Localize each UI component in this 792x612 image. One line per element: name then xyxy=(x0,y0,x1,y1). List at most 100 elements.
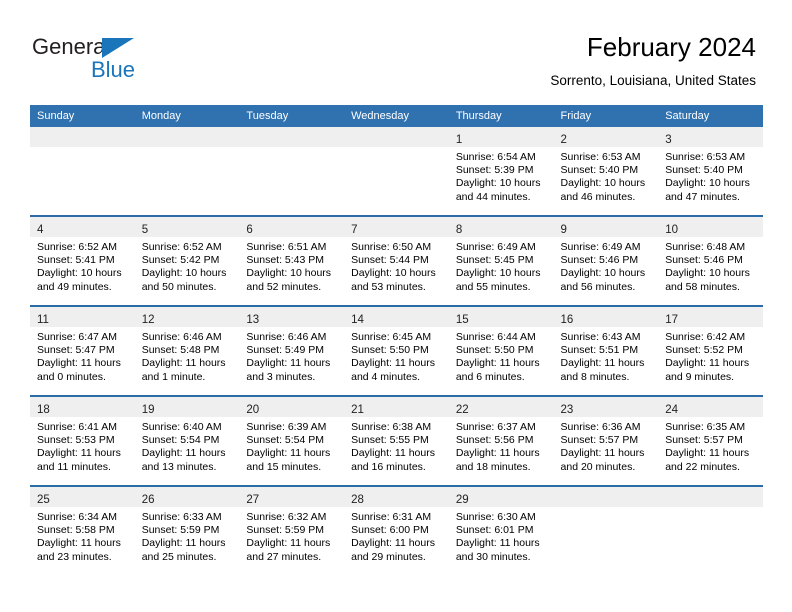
calendar-day-cell[interactable]: 11 Sunrise: 6:47 AM Sunset: 5:47 PM Dayligh… xyxy=(30,305,135,396)
daylight-text-line1: Daylight: 11 hours xyxy=(455,357,540,370)
calendar-day-cell[interactable]: 26 Sunrise: 6:33 AM Sunset: 5:59 PM Dayligh… xyxy=(134,485,240,575)
sunset-text: Sunset: 5:49 PM xyxy=(246,344,325,357)
calendar-day-cell[interactable]: 17 Sunrise: 6:42 AM Sunset: 5:52 PM Dayligh… xyxy=(658,305,763,396)
calendar-week-row: 25 Sunrise: 6:34 AM Sunset: 5:58 PM Dayligh… xyxy=(30,485,763,575)
day-number-band: 14 xyxy=(344,307,449,327)
day-number: 4 xyxy=(37,224,44,236)
day-number-band xyxy=(239,127,345,147)
weekday-header-saturday: Saturday xyxy=(658,105,763,127)
calendar-day-cell[interactable]: 24 Sunrise: 6:35 AM Sunset: 5:57 PM Dayligh… xyxy=(658,395,763,486)
sunrise-text: Sunrise: 6:32 AM xyxy=(246,511,327,523)
calendar-day-cell[interactable]: 20 Sunrise: 6:39 AM Sunset: 5:54 PM Dayligh… xyxy=(239,395,345,486)
logo-text-blue: Blue xyxy=(91,57,136,82)
page-subtitle: Sorrento, Louisiana, United States xyxy=(550,73,756,88)
calendar-day-cell[interactable]: 15 Sunrise: 6:44 AM Sunset: 5:50 PM Dayligh… xyxy=(448,305,554,396)
calendar-day-cell[interactable]: 18 Sunrise: 6:41 AM Sunset: 5:53 PM Dayligh… xyxy=(30,395,135,486)
sunrise-text: Sunrise: 6:49 AM xyxy=(455,241,536,253)
weekday-header-monday: Monday xyxy=(134,105,240,127)
day-details: Sunrise: 6:44 AM Sunset: 5:50 PM Daylight:… xyxy=(449,327,554,384)
sunset-text: Sunset: 5:57 PM xyxy=(560,434,639,447)
day-number-band: 8 xyxy=(448,217,554,237)
day-number: 20 xyxy=(246,404,260,416)
daylight-text-line2: and 16 minutes. xyxy=(351,460,426,473)
day-details: Sunrise: 6:46 AM Sunset: 5:48 PM Daylight:… xyxy=(135,327,240,384)
daylight-text-line2: and 49 minutes. xyxy=(37,280,112,293)
calendar-day-cell[interactable]: 4 Sunrise: 6:52 AM Sunset: 5:41 PM Daylight… xyxy=(30,215,135,306)
calendar-day-cell[interactable]: 14 Sunrise: 6:45 AM Sunset: 5:50 PM Dayligh… xyxy=(344,305,449,396)
day-details: Sunrise: 6:31 AM Sunset: 6:00 PM Daylight:… xyxy=(344,507,449,564)
daylight-text-line1: Daylight: 11 hours xyxy=(665,357,750,370)
sunset-text: Sunset: 5:53 PM xyxy=(37,434,115,447)
sunset-text: Sunset: 5:58 PM xyxy=(37,524,115,537)
sunrise-text: Sunrise: 6:31 AM xyxy=(351,511,432,523)
day-number-band: 22 xyxy=(448,397,554,417)
calendar-day-cell[interactable]: 19 Sunrise: 6:40 AM Sunset: 5:54 PM Dayligh… xyxy=(134,395,240,486)
day-number-band: 6 xyxy=(239,217,345,237)
sunrise-text: Sunrise: 6:36 AM xyxy=(560,421,641,433)
calendar-day-cell[interactable]: 8 Sunrise: 6:49 AM Sunset: 5:45 PM Daylight… xyxy=(448,215,554,306)
sunset-text: Sunset: 5:41 PM xyxy=(37,254,115,267)
calendar-day-cell[interactable]: 22 Sunrise: 6:37 AM Sunset: 5:56 PM Dayligh… xyxy=(448,395,554,486)
sunset-text: Sunset: 6:00 PM xyxy=(351,524,429,537)
day-details: Sunrise: 6:36 AM Sunset: 5:57 PM Daylight:… xyxy=(554,417,659,474)
calendar-day-cell-empty xyxy=(134,127,240,216)
day-details: Sunrise: 6:49 AM Sunset: 5:46 PM Daylight:… xyxy=(554,237,659,294)
day-number-band: 16 xyxy=(553,307,659,327)
daylight-text-line2: and 4 minutes. xyxy=(351,370,420,383)
day-number: 14 xyxy=(351,314,364,326)
day-number-band xyxy=(553,487,659,507)
sunrise-text: Sunrise: 6:44 AM xyxy=(455,331,536,343)
sunset-text: Sunset: 5:50 PM xyxy=(351,344,429,357)
daylight-text-line1: Daylight: 11 hours xyxy=(141,357,226,370)
daylight-text-line1: Daylight: 11 hours xyxy=(37,537,121,550)
calendar-day-cell[interactable]: 12 Sunrise: 6:46 AM Sunset: 5:48 PM Dayligh… xyxy=(134,305,240,396)
daylight-text-line1: Daylight: 11 hours xyxy=(246,357,331,370)
day-number-band: 20 xyxy=(239,397,345,417)
daylight-text-line2: and 55 minutes. xyxy=(455,280,531,293)
calendar-day-cell[interactable]: 13 Sunrise: 6:46 AM Sunset: 5:49 PM Dayligh… xyxy=(239,305,345,396)
calendar-day-cell[interactable]: 10 Sunrise: 6:48 AM Sunset: 5:46 PM Dayligh… xyxy=(658,215,763,306)
day-details: Sunrise: 6:52 AM Sunset: 5:41 PM Daylight:… xyxy=(30,237,135,294)
day-details: Sunrise: 6:50 AM Sunset: 5:44 PM Daylight:… xyxy=(344,237,449,294)
daylight-text-line1: Daylight: 11 hours xyxy=(141,447,226,460)
day-details: Sunrise: 6:52 AM Sunset: 5:42 PM Daylight:… xyxy=(135,237,240,294)
sunrise-text: Sunrise: 6:39 AM xyxy=(246,421,327,433)
sunset-text: Sunset: 5:55 PM xyxy=(351,434,429,447)
daylight-text-line1: Daylight: 10 hours xyxy=(665,267,750,280)
day-details: Sunrise: 6:42 AM Sunset: 5:52 PM Daylight:… xyxy=(658,327,763,384)
daylight-text-line2: and 18 minutes. xyxy=(455,460,531,473)
calendar-day-cell[interactable]: 7 Sunrise: 6:50 AM Sunset: 5:44 PM Daylight… xyxy=(344,215,449,306)
day-details: Sunrise: 6:40 AM Sunset: 5:54 PM Daylight:… xyxy=(135,417,240,474)
calendar-day-cell[interactable]: 5 Sunrise: 6:52 AM Sunset: 5:42 PM Daylight… xyxy=(134,215,240,306)
calendar-day-cell[interactable]: 25 Sunrise: 6:34 AM Sunset: 5:58 PM Dayligh… xyxy=(30,485,135,575)
calendar-day-cell[interactable]: 2 Sunrise: 6:53 AM Sunset: 5:40 PM Daylight… xyxy=(553,127,659,216)
daylight-text-line2: and 20 minutes. xyxy=(560,460,636,473)
sunrise-text: Sunrise: 6:46 AM xyxy=(141,331,222,343)
day-number-band: 23 xyxy=(553,397,659,417)
calendar-day-cell[interactable]: 1 Sunrise: 6:54 AM Sunset: 5:39 PM Daylight… xyxy=(448,127,554,216)
day-details: Sunrise: 6:33 AM Sunset: 5:59 PM Daylight:… xyxy=(135,507,240,564)
calendar-day-cell[interactable]: 27 Sunrise: 6:32 AM Sunset: 5:59 PM Dayligh… xyxy=(239,485,345,575)
daylight-text-line1: Daylight: 10 hours xyxy=(351,267,436,280)
daylight-text-line2: and 27 minutes. xyxy=(246,550,322,563)
sunrise-text: Sunrise: 6:48 AM xyxy=(665,241,746,253)
day-number: 24 xyxy=(665,404,679,416)
sunrise-text: Sunrise: 6:37 AM xyxy=(455,421,536,433)
day-details: Sunrise: 6:49 AM Sunset: 5:45 PM Daylight:… xyxy=(449,237,554,294)
day-number: 17 xyxy=(665,314,679,326)
calendar-day-cell[interactable]: 9 Sunrise: 6:49 AM Sunset: 5:46 PM Daylight… xyxy=(553,215,659,306)
calendar-day-cell[interactable]: 23 Sunrise: 6:36 AM Sunset: 5:57 PM Dayligh… xyxy=(553,395,659,486)
daylight-text-line2: and 22 minutes. xyxy=(665,460,740,473)
day-number: 6 xyxy=(246,224,253,236)
day-number-band: 28 xyxy=(344,487,449,507)
calendar-day-cell[interactable]: 6 Sunrise: 6:51 AM Sunset: 5:43 PM Daylight… xyxy=(239,215,345,306)
calendar-day-cell[interactable]: 28 Sunrise: 6:31 AM Sunset: 6:00 PM Dayligh… xyxy=(344,485,449,575)
calendar-day-cell[interactable]: 21 Sunrise: 6:38 AM Sunset: 5:55 PM Dayligh… xyxy=(344,395,449,486)
day-number: 1 xyxy=(455,134,463,146)
calendar-day-cell[interactable]: 3 Sunrise: 6:53 AM Sunset: 5:40 PM Daylight… xyxy=(658,127,763,216)
calendar-day-cell[interactable]: 29 Sunrise: 6:30 AM Sunset: 6:01 PM Dayligh… xyxy=(448,485,554,575)
sunrise-text: Sunrise: 6:34 AM xyxy=(37,511,117,523)
calendar-day-cell[interactable]: 16 Sunrise: 6:43 AM Sunset: 5:51 PM Dayligh… xyxy=(553,305,659,396)
sunset-text: Sunset: 5:50 PM xyxy=(455,344,534,357)
day-number: 15 xyxy=(455,314,469,326)
